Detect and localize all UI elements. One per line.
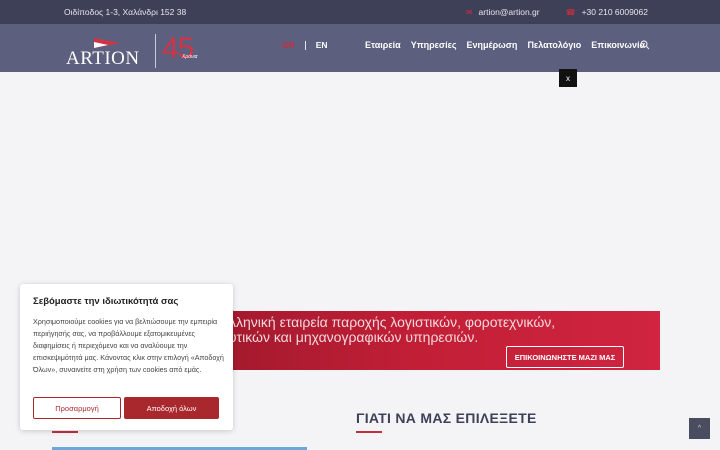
cookie-accept-all-button[interactable]: Αποδοχή όλων — [124, 397, 219, 419]
section-underline-left — [52, 431, 78, 433]
language-switcher: GR EN — [282, 40, 328, 50]
banner-text-line-2: υλευτικών και μηχανογραφικών υπηρεσιών. — [208, 329, 479, 345]
phone-icon: ☎ — [565, 7, 576, 17]
nav-item-services[interactable]: Υπηρεσίες — [411, 40, 457, 50]
anniversary-number: 45 — [162, 32, 194, 65]
cookie-customize-button[interactable]: Προσαρμογή — [33, 397, 121, 419]
main-nav: Εταιρεία Υπηρεσίες Ενημέρωση Πελατολόγιο… — [365, 40, 645, 50]
nav-item-contact[interactable]: Επικοινωνία — [591, 40, 645, 50]
contact-info: ✉ artion@artion.gr ☎ +30 210 6009062 — [466, 7, 648, 17]
address-text: Οιδίποδος 1-3, Χαλάνδρι 152 38 — [64, 7, 187, 17]
cookie-title: Σεβόμαστε την ιδιωτικότητά σας — [33, 296, 179, 307]
phone-link[interactable]: +30 210 6009062 — [582, 7, 648, 17]
chevron-up-icon: ^ — [697, 425, 702, 432]
email-link[interactable]: artion@artion.gr — [479, 7, 540, 17]
envelope-icon: ✉ — [465, 7, 473, 17]
anniversary-script: Χρόνια — [182, 54, 198, 60]
cookie-body: Χρησιμοποιούμε cookies για να βελτιώσουμ… — [33, 317, 224, 374]
logo-wordmark: ARTION — [66, 48, 140, 69]
site-header: ARTION 45 Χρόνια GR EN Εταιρεία Υπηρεσίε… — [0, 24, 720, 72]
lang-gr[interactable]: GR — [282, 40, 295, 50]
lang-en[interactable]: EN — [316, 40, 328, 50]
contact-us-button[interactable]: ΕΠΙΚΟΙΝΩΝΗΣΤΕ ΜΑΖΙ ΜΑΣ — [506, 346, 624, 368]
artion-logo[interactable]: ARTION 45 Χρόνια — [64, 32, 214, 69]
logo-divider — [155, 34, 156, 68]
lang-separator — [304, 40, 306, 50]
nav-item-clients[interactable]: Πελατολόγιο — [527, 40, 581, 50]
nav-item-company[interactable]: Εταιρεία — [365, 40, 401, 50]
search-icon[interactable] — [640, 40, 650, 50]
top-bar: Οιδίποδος 1-3, Χαλάνδρι 152 38 ✉ artion@… — [0, 0, 720, 24]
scroll-top-button[interactable]: ^ — [689, 418, 710, 439]
close-button[interactable]: x — [559, 69, 577, 87]
why-choose-us-title: ΓΙΑΤΙ ΝΑ ΜΑΣ ΕΠΙΛΕΞΕΤΕ — [356, 410, 537, 426]
nav-item-news[interactable]: Ενημέρωση — [467, 40, 518, 50]
cookie-consent-dialog: Σεβόμαστε την ιδιωτικότητά σας Χρησιμοπο… — [20, 284, 233, 430]
why-title-underline — [356, 431, 382, 433]
banner-text-line-1: η Ελληνική εταιρεία παροχής λογιστικών, … — [208, 314, 556, 330]
